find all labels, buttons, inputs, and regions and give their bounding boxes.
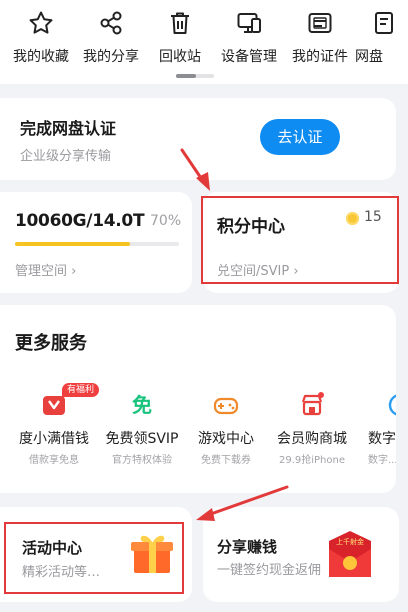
envelope-text: 上千射金 [336, 537, 364, 546]
toolbar-scroll-indicator [176, 74, 214, 78]
red-envelope-icon: 上千射金 [329, 531, 371, 577]
service-desc: 29.9抢iPhone [278, 455, 346, 466]
service-free-svip[interactable]: 免 免费领SVIP 官方特权体验 [96, 391, 188, 466]
share-earn-card[interactable]: 分享赚钱 一键签约现金返佣 上千射金 [203, 507, 399, 602]
service-game-center[interactable]: 游戏中心 免费下载券 [180, 391, 272, 466]
service-desc: 借款享免息 [29, 455, 79, 466]
free-icon: 免 [132, 393, 152, 417]
verification-card[interactable]: 完成网盘认证 企业级分享传输 去认证 [0, 98, 396, 180]
service-member-mall[interactable]: 会员购商城 29.9抢iPhone [266, 391, 358, 466]
service-desc: 数字... [368, 455, 396, 466]
storage-progress-bar [15, 242, 179, 246]
welfare-badge: 有福利 [62, 383, 100, 397]
storage-usage: 10060G/14.0T [15, 211, 145, 231]
tool-recycle-bin[interactable]: 回收站 [143, 10, 217, 66]
more-services-card: 更多服务 有福利 度小满借钱 借款享免息 免 免费领SVIP 官方特权体验 游戏… [0, 305, 396, 493]
tool-label: 回收站 [159, 49, 201, 65]
storage-percent: 70% [150, 213, 182, 229]
service-loan[interactable]: 有福利 度小满借钱 借款享免息 [8, 383, 100, 466]
service-name: 会员购商城 [277, 431, 347, 447]
cloud-drive-icon [375, 12, 393, 34]
verify-button[interactable]: 去认证 [260, 119, 340, 155]
digital-icon [388, 394, 396, 416]
shop-icon [301, 392, 324, 416]
service-name: 数字 [368, 431, 396, 447]
tool-favorites[interactable]: 我的收藏 [4, 10, 78, 66]
share-subtitle: 一键签约现金返佣 [217, 563, 322, 578]
highlight-box-points [201, 196, 399, 284]
service-name: 免费领SVIP [105, 431, 179, 447]
service-desc: 官方特权体验 [112, 455, 172, 466]
id-card-icon [308, 13, 332, 33]
trash-icon [171, 12, 189, 34]
tool-label: 我的分享 [83, 49, 139, 65]
storage-card[interactable]: 10060G/14.0T 70% 管理空间 › [0, 192, 192, 293]
highlight-box-activity [4, 522, 184, 594]
tool-label: 设备管理 [221, 49, 277, 65]
service-desc: 免费下载券 [201, 455, 251, 466]
service-digital[interactable]: 数字 数字... [356, 391, 396, 466]
verification-subtitle: 企业级分享传输 [20, 149, 112, 164]
share-icon [100, 11, 122, 35]
services-title: 更多服务 [15, 333, 87, 354]
manage-space-link[interactable]: 管理空间 › [15, 260, 76, 279]
tool-my-share[interactable]: 我的分享 [74, 10, 148, 66]
share-title: 分享赚钱 [217, 538, 278, 556]
gamepad-icon [213, 397, 239, 415]
service-name: 度小满借钱 [19, 431, 89, 447]
service-name: 游戏中心 [198, 431, 254, 447]
tool-label: 我的收藏 [13, 49, 69, 65]
tool-label: 网盘 [355, 49, 383, 65]
tool-cloud-drive[interactable]: 网盘 [345, 10, 405, 66]
storage-progress-fill [15, 242, 130, 246]
quick-tools-bar: 我的收藏 我的分享 回收站 设备管理 我的证件 网盘 [0, 0, 408, 84]
star-icon [29, 11, 53, 34]
devices-icon [237, 13, 261, 33]
verification-title: 完成网盘认证 [20, 119, 117, 138]
tool-device-management[interactable]: 设备管理 [212, 10, 286, 66]
